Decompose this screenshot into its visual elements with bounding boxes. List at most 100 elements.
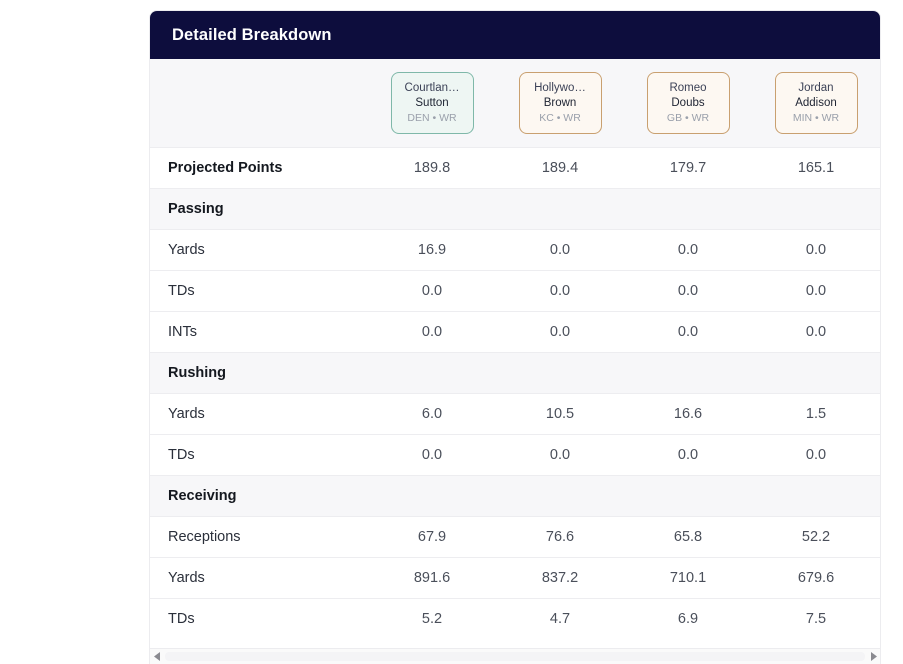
stat-value-cell: 5.2	[368, 598, 496, 639]
stat-value-cell: 16.9	[368, 229, 496, 271]
detailed-breakdown-panel: Detailed Breakdown Courtlan… Sutton DEN • …	[150, 11, 880, 664]
stat-value-cell: 0.0	[496, 229, 624, 271]
stat-value-cell: 0.0	[752, 270, 880, 312]
stat-value-cell: 76.6	[496, 516, 624, 558]
scrollbar-track[interactable]	[165, 652, 865, 661]
stat-value-cell: 679.6	[752, 557, 880, 599]
page-title: Detailed Breakdown	[172, 25, 332, 44]
table-row: Receptions 67.9 76.6 65.8 52.2	[150, 516, 880, 558]
stat-value-cell: 189.4	[496, 147, 624, 189]
player-header-cell: Courtlan… Sutton DEN • WR	[368, 59, 496, 148]
stat-value-cell: 165.1	[752, 147, 880, 189]
breakdown-scroll-area[interactable]: Courtlan… Sutton DEN • WR Hollywo… Brown KC •…	[150, 59, 880, 664]
triangle-left-icon[interactable]	[150, 649, 164, 664]
table-row: Yards 16.9 0.0 0.0 0.0	[150, 229, 880, 271]
player-header-cell: Hollywo… Brown KC • WR	[496, 59, 624, 148]
stat-value-cell: 10.5	[496, 393, 624, 435]
corner-cell	[150, 59, 368, 148]
stat-value-cell: 4.7	[496, 598, 624, 639]
player-team-position: GB • WR	[666, 112, 710, 125]
stat-value-cell: 0.0	[368, 434, 496, 476]
section-header-spacer	[496, 188, 624, 230]
stat-value-cell: 65.8	[624, 516, 752, 558]
stat-value-cell: 891.6	[368, 557, 496, 599]
panel-header: Detailed Breakdown	[150, 11, 880, 59]
table-row: TDs 0.0 0.0 0.0 0.0	[150, 270, 880, 312]
table-row: TDs 5.2 4.7 6.9 7.5	[150, 598, 880, 639]
stat-value-cell: 6.9	[624, 598, 752, 639]
triangle-right-icon[interactable]	[866, 649, 880, 664]
player-card[interactable]: Courtlan… Sutton DEN • WR	[390, 71, 474, 135]
section-header-label: Rushing	[150, 352, 368, 394]
player-card[interactable]: Romeo Doubs GB • WR	[646, 71, 730, 135]
table-row: Yards 891.6 837.2 710.1 679.6	[150, 557, 880, 599]
player-last-name: Sutton	[415, 97, 449, 110]
section-header-label: Receiving	[150, 475, 368, 517]
stat-value-cell: 0.0	[752, 229, 880, 271]
table-row: TDs 0.0 0.0 0.0 0.0	[150, 434, 880, 476]
section-header-spacer	[368, 352, 496, 394]
player-last-name: Doubs	[671, 97, 705, 110]
player-first-name: Jordan	[798, 81, 834, 94]
section-header-spacer	[624, 352, 752, 394]
table-row: INTs 0.0 0.0 0.0 0.0	[150, 311, 880, 353]
stat-value-cell: 0.0	[496, 270, 624, 312]
stat-value-cell: 837.2	[496, 557, 624, 599]
stat-value-cell: 67.9	[368, 516, 496, 558]
stat-row-label: TDs	[150, 270, 368, 312]
stat-value-cell: 189.8	[368, 147, 496, 189]
player-last-name: Addison	[795, 97, 837, 110]
player-header-cell: Romeo Doubs GB • WR	[624, 59, 752, 148]
stat-row-label: Yards	[150, 229, 368, 271]
player-team-position: MIN • WR	[792, 112, 840, 125]
player-first-name: Courtlan…	[404, 81, 460, 94]
section-header-label: Passing	[150, 188, 368, 230]
section-header-row: Passing	[150, 188, 880, 230]
section-header-spacer	[624, 475, 752, 517]
section-header-row: Receiving	[150, 475, 880, 517]
stat-value-cell: 710.1	[624, 557, 752, 599]
stat-value-cell: 0.0	[496, 311, 624, 353]
stat-value-cell: 16.6	[624, 393, 752, 435]
horizontal-scrollbar[interactable]	[150, 648, 880, 664]
stat-value-cell: 0.0	[624, 229, 752, 271]
player-header-row: Courtlan… Sutton DEN • WR Hollywo… Brown KC •…	[150, 59, 880, 148]
page-root: Detailed Breakdown Courtlan… Sutton DEN • …	[0, 0, 903, 664]
section-header-spacer	[368, 475, 496, 517]
player-first-name: Hollywo…	[534, 81, 586, 94]
stat-row-label: TDs	[150, 598, 368, 639]
stat-row-label: TDs	[150, 434, 368, 476]
table-head: Courtlan… Sutton DEN • WR Hollywo… Brown KC •…	[150, 59, 880, 148]
stat-value-cell: 0.0	[624, 434, 752, 476]
table-row: Yards 6.0 10.5 16.6 1.5	[150, 393, 880, 435]
stat-value-cell: 0.0	[368, 270, 496, 312]
player-header-cell: Jordan Addison MIN • WR	[752, 59, 880, 148]
section-header-spacer	[752, 475, 880, 517]
table-body: Projected Points 189.8 189.4 179.7 165.1 Pass…	[150, 147, 880, 639]
player-first-name: Romeo	[669, 81, 707, 94]
table-row: Projected Points 189.8 189.4 179.7 165.1	[150, 147, 880, 189]
section-header-spacer	[752, 352, 880, 394]
stat-value-cell: 52.2	[752, 516, 880, 558]
section-header-row: Rushing	[150, 352, 880, 394]
stat-row-label: INTs	[150, 311, 368, 353]
stat-value-cell: 6.0	[368, 393, 496, 435]
section-header-spacer	[368, 188, 496, 230]
player-card[interactable]: Hollywo… Brown KC • WR	[518, 71, 602, 135]
stat-value-cell: 179.7	[624, 147, 752, 189]
section-header-spacer	[496, 352, 624, 394]
stat-value-cell: 0.0	[624, 270, 752, 312]
stat-row-label: Yards	[150, 557, 368, 599]
breakdown-table: Courtlan… Sutton DEN • WR Hollywo… Brown KC •…	[150, 59, 880, 639]
stat-value-cell: 0.0	[624, 311, 752, 353]
stat-value-cell: 1.5	[752, 393, 880, 435]
player-team-position: DEN • WR	[407, 112, 457, 125]
player-card[interactable]: Jordan Addison MIN • WR	[774, 71, 858, 135]
stat-value-cell: 7.5	[752, 598, 880, 639]
stat-value-cell: 0.0	[752, 434, 880, 476]
stat-row-label: Yards	[150, 393, 368, 435]
player-team-position: KC • WR	[539, 112, 581, 125]
stat-value-cell: 0.0	[496, 434, 624, 476]
stat-row-label: Projected Points	[150, 147, 368, 189]
stat-value-cell: 0.0	[752, 311, 880, 353]
